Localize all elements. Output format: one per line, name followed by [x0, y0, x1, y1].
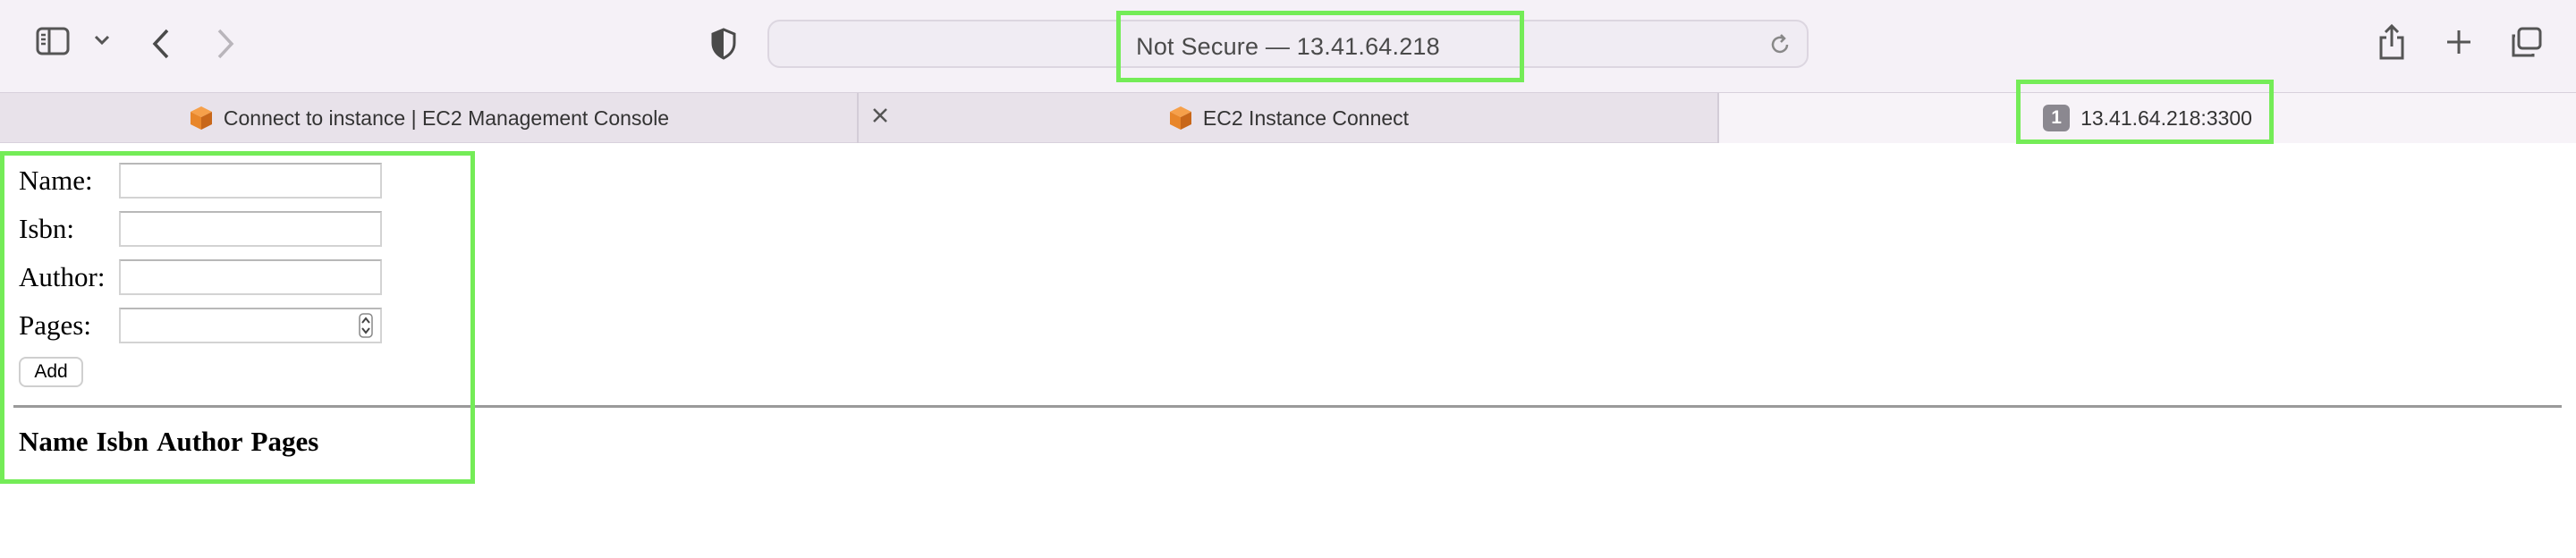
- tab-overview-icon[interactable]: [2510, 27, 2544, 59]
- address-highlight-box: [1116, 11, 1524, 82]
- back-icon[interactable]: [150, 28, 172, 60]
- reload-icon[interactable]: [1767, 32, 1792, 62]
- tab-instance-connect[interactable]: EC2 Instance Connect: [859, 93, 1717, 143]
- tab-label: Connect to instance | EC2 Management Con…: [223, 106, 670, 130]
- privacy-shield-icon[interactable]: [710, 28, 737, 60]
- tab-ec2-console[interactable]: Connect to instance | EC2 Management Con…: [0, 93, 857, 143]
- tab-highlight-box: [2016, 80, 2274, 144]
- aws-cube-icon: [1167, 105, 1194, 131]
- share-icon[interactable]: [2377, 23, 2406, 61]
- new-tab-icon[interactable]: [2445, 29, 2472, 55]
- chevron-down-icon[interactable]: [93, 34, 111, 46]
- aws-cube-icon: [188, 105, 215, 131]
- form-highlight-box: [0, 151, 475, 484]
- sidebar-toggle-icon[interactable]: [36, 27, 72, 55]
- tab-label: EC2 Instance Connect: [1202, 106, 1410, 130]
- forward-icon[interactable]: [215, 28, 236, 60]
